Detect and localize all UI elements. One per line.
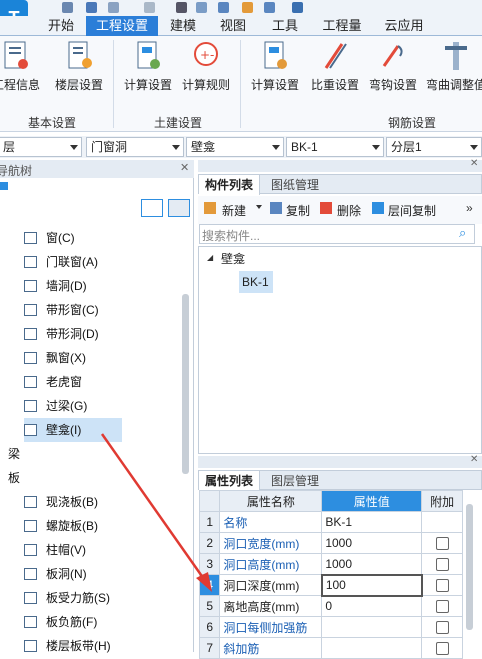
annotation-arrow xyxy=(100,433,212,592)
